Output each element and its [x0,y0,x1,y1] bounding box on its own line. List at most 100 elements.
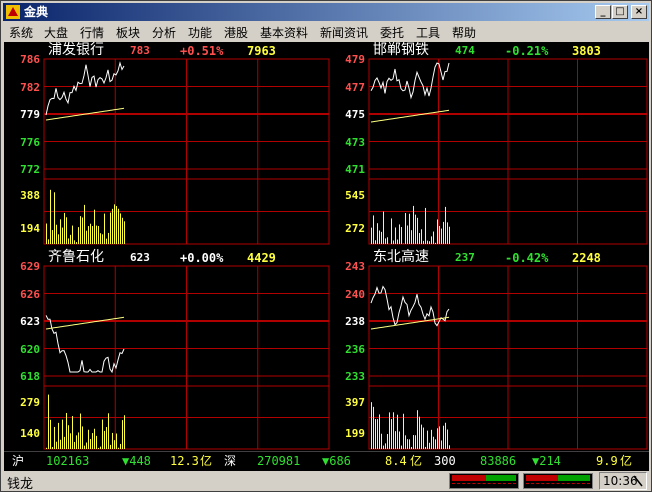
volume-bar [421,229,422,244]
volume-bar [52,230,53,244]
sz-index[interactable]: 270981 [257,454,300,468]
volume-bar [86,230,87,244]
menu-orders[interactable]: 委托 [380,24,404,41]
stock-change: +0.00% [180,251,224,265]
volume-bar [409,439,410,449]
volume-bar [122,420,123,449]
volume-bar [84,445,85,449]
volume-bar [66,412,67,449]
volume-bar [100,233,101,244]
volume-bar [114,204,115,244]
volume-bar [64,212,65,244]
volume-bar [401,227,402,244]
volume-bar [88,429,89,449]
price-axis-label: 240 [345,287,365,301]
volume-bar [60,219,61,244]
minimize-button[interactable]: _ [595,5,611,19]
stock-name[interactable]: 浦发银行 [48,42,104,58]
volume-axis-label: 140 [20,427,40,441]
volume-bar [435,242,436,244]
volume-bar [403,413,404,449]
volume-bar [443,425,444,449]
volume-bar [60,439,61,449]
volume-bar [72,416,73,449]
close-button[interactable]: × [631,5,647,19]
volume-bar [375,240,376,244]
volume-bar [112,208,113,244]
price-axis-label: 477 [345,80,365,94]
volume-bar [94,428,95,449]
volume-bar [397,414,398,449]
volume-bar [52,447,53,449]
volume-bar [50,419,51,449]
stock-name[interactable]: 东北高速 [373,249,429,265]
menu-system[interactable]: 系统 [9,24,33,41]
volume-bar [84,204,85,244]
idx300-amount: 9.9 [596,454,618,468]
menu-tools[interactable]: 工具 [416,24,440,41]
volume-bar [80,413,81,449]
volume-bar [54,192,55,244]
average-price-line [45,316,125,330]
menu-quotes[interactable]: 行情 [80,24,104,41]
menu-analysis[interactable]: 分析 [152,24,176,41]
sh-amount: 12.3 [170,454,199,468]
sh-change: ▼448 [122,454,151,468]
up-down-indicator-sz [523,473,593,489]
volume-bar [443,221,444,244]
sh-index[interactable]: 102163 [46,454,89,468]
clock: 10:36 [599,472,647,490]
volume-bar [375,419,376,449]
volume-bar [102,234,103,244]
menu-bar: 系统 大盘 行情 板块 分析 功能 港股 基本资料 新闻资讯 委托 工具 帮助 [3,22,649,41]
stock-price: 623 [130,251,150,264]
volume-axis-label: 272 [345,221,365,235]
price-axis-label: 236 [345,342,365,356]
volume-bar [118,208,119,244]
menu-help[interactable]: 帮助 [452,24,476,41]
volume-axis-label: 397 [345,395,365,409]
sz-label: 深 [224,454,237,468]
volume-bar [46,447,47,449]
idx300-change: ▼214 [532,454,561,468]
volume-bar [82,426,83,449]
volume-bar [377,223,378,244]
menu-news[interactable]: 新闻资讯 [320,24,368,41]
volume-bar [120,213,121,244]
volume-bar [74,441,75,449]
volume-bar [393,240,394,244]
sz-change: ▼686 [322,454,351,468]
stock-name[interactable]: 齐鲁石化 [48,249,104,265]
volume-bar [90,223,91,244]
volume-bar [449,445,450,449]
volume-bar [120,443,121,449]
price-axis-label: 238 [345,315,365,328]
price-line [370,62,450,100]
volume-bar [409,213,410,244]
volume-bar [88,226,89,244]
menu-market[interactable]: 大盘 [44,24,68,41]
menu-sector[interactable]: 板块 [116,24,140,41]
price-axis-label: 471 [345,163,365,176]
volume-bar [445,206,446,244]
volume-bar [419,233,420,244]
volume-bar [383,445,384,449]
volume-bar [411,230,412,244]
quote-panel-area: 浦发银行 783 +0.51% 7963 786 782 779 776 772 388 194 邯郸… [4,42,649,472]
idx300-value[interactable]: 83886 [480,454,516,468]
price-axis-label: 626 [20,287,40,301]
menu-fundamentals[interactable]: 基本资料 [260,24,308,41]
volume-bar [447,222,448,244]
stock-name[interactable]: 邯郸钢铁 [373,42,429,58]
title-bar[interactable]: 金典 _ □ × [3,3,649,21]
volume-bar [415,214,416,244]
volume-bar [373,406,374,449]
volume-bar [427,240,428,244]
stock-price: 783 [130,44,150,57]
volume-bar [46,223,47,244]
maximize-button[interactable]: □ [612,5,628,19]
stock-change: +0.51% [180,44,224,58]
menu-function[interactable]: 功能 [188,24,212,41]
menu-hk-stocks[interactable]: 港股 [224,24,248,41]
volume-bar [413,205,414,244]
